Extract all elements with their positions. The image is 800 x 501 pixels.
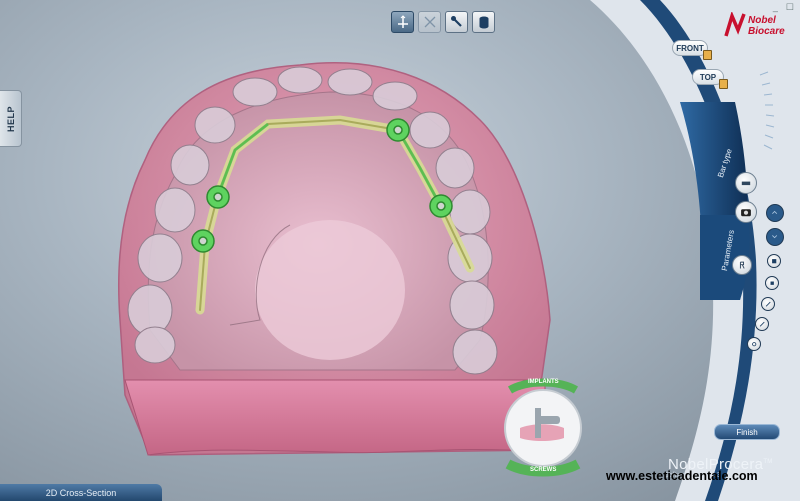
chevron-up-icon	[772, 211, 778, 215]
save-button[interactable]	[767, 254, 781, 268]
trademark: TM	[763, 459, 773, 465]
close-button[interactable]: ☐	[786, 2, 794, 13]
logo-line2: Biocare	[748, 26, 785, 37]
chevron-down-icon	[772, 235, 778, 239]
screws-wheel-label: SCREWS	[530, 467, 557, 473]
watermark: www.esteticadentale.com	[606, 469, 758, 483]
bar-profile-icon	[741, 181, 751, 186]
export-icon	[770, 281, 774, 285]
finish-label: Finish	[736, 427, 758, 437]
gear-icon	[751, 341, 757, 347]
implants-wheel-label: IMPLANTS	[528, 379, 559, 385]
logo-text: Nobel Biocare	[748, 15, 785, 37]
scroll-down-button[interactable]	[766, 228, 784, 246]
settings-button[interactable]	[747, 337, 761, 351]
right-panel	[590, 0, 800, 501]
scroll-up-button[interactable]	[766, 204, 784, 222]
brand-logo: Nobel Biocare	[724, 10, 785, 38]
camera-icon	[741, 209, 751, 217]
measure-button[interactable]	[761, 297, 775, 311]
save-icon	[771, 258, 777, 264]
lock-icon	[719, 79, 728, 89]
parameter-icon	[739, 261, 745, 269]
export-button[interactable]	[765, 276, 779, 290]
bar-cross-section-button[interactable]	[735, 172, 757, 194]
top-label: TOP	[699, 72, 717, 82]
logo-line1: Nobel	[748, 15, 776, 26]
parameter-button[interactable]	[732, 255, 752, 275]
finish-button[interactable]: Finish	[714, 424, 780, 440]
pencil-icon	[759, 321, 765, 327]
implant-screw-wheel[interactable]: IMPLANTS SCREWS	[502, 378, 584, 484]
pencil-button[interactable]	[755, 317, 769, 331]
lock-icon	[703, 50, 712, 60]
ruler-icon	[765, 301, 771, 307]
front-label: FRONT	[676, 43, 704, 53]
camera-button[interactable]	[735, 201, 757, 223]
logo-mark-icon	[724, 10, 746, 38]
